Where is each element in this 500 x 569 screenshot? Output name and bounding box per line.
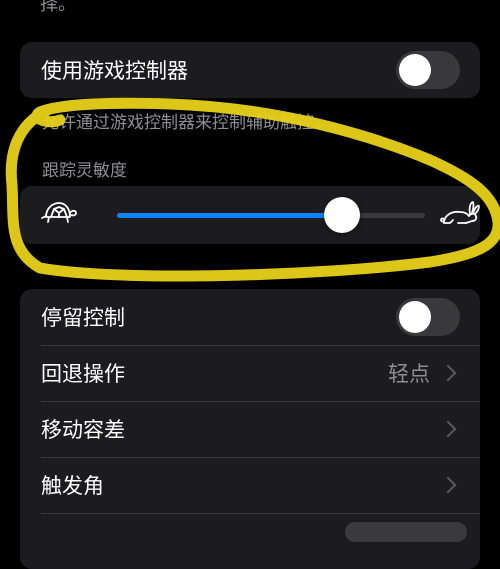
movement-tolerance-label: 移动容差: [41, 418, 125, 442]
toggle-knob: [399, 301, 431, 333]
partial-segment-control[interactable]: [345, 522, 467, 542]
tracking-sensitivity-header: 跟踪灵敏度: [42, 161, 127, 181]
chevron-right-icon: [439, 364, 457, 382]
dwell-control-toggle[interactable]: [396, 298, 460, 336]
dwell-control-label: 停留控制: [41, 306, 125, 330]
slider-thumb[interactable]: [323, 197, 360, 233]
game-controller-footer: 允许通过游戏控制器来控制辅助触控。: [42, 113, 331, 133]
rabbit-icon: [440, 201, 480, 224]
fallback-action-label: 回退操作: [41, 362, 125, 386]
sensitivity-slider[interactable]: [117, 197, 425, 233]
game-controller-label: 使用游戏控制器: [41, 59, 188, 83]
movement-tolerance-row[interactable]: 移动容差: [20, 401, 480, 457]
hot-corners-label: 触发角: [41, 474, 104, 498]
game-controller-group: 使用游戏控制器: [20, 42, 480, 98]
tracking-sensitivity-card: [20, 186, 480, 244]
turtle-icon: [41, 202, 77, 223]
dwell-control-row[interactable]: 停留控制: [20, 289, 480, 345]
game-controller-toggle[interactable]: [396, 51, 460, 89]
chevron-right-icon: [439, 420, 457, 438]
game-controller-row[interactable]: 使用游戏控制器: [20, 42, 480, 98]
toggle-knob: [399, 54, 431, 86]
hot-corners-row[interactable]: 触发角: [20, 457, 480, 513]
chevron-right-icon: [439, 476, 457, 494]
previous-section-text: 择。: [40, 0, 76, 15]
fallback-action-row[interactable]: 回退操作 轻点: [20, 345, 480, 401]
slider-fill: [117, 213, 342, 218]
fallback-action-value: 轻点: [388, 362, 430, 386]
